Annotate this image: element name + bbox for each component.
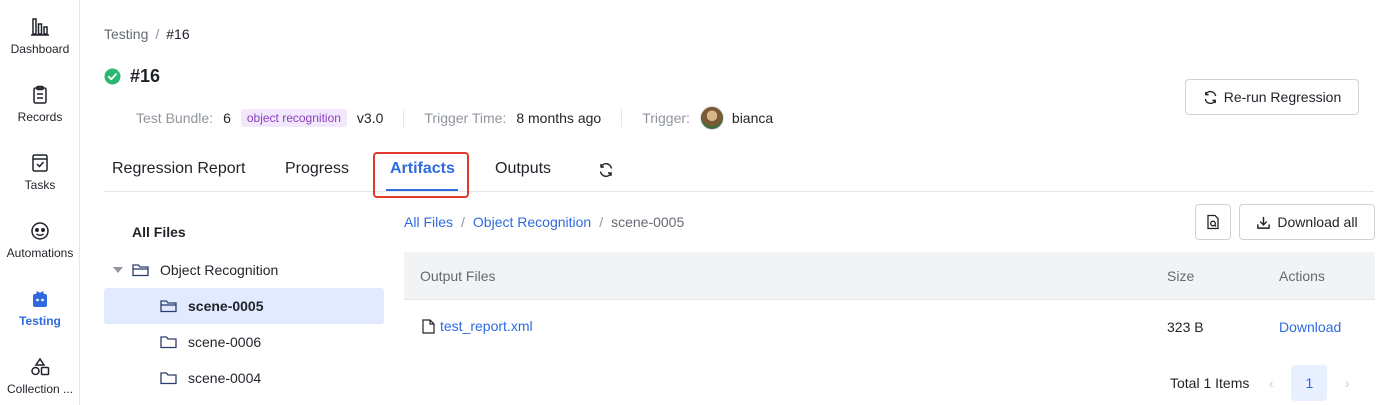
crumb-separator: / xyxy=(461,214,465,230)
sidebar-item-label: Tasks xyxy=(24,178,56,192)
crumb-object-recognition[interactable]: Object Recognition xyxy=(473,214,591,230)
tree-item-label: scene-0004 xyxy=(188,370,262,386)
run-meta: Test Bundle: 6 object recognition v3.0 T… xyxy=(136,106,773,130)
file-name: test_report.xml xyxy=(440,318,533,334)
trigger-time-label: Trigger Time: xyxy=(424,110,507,126)
sidebar-item-collection[interactable]: Collection ... xyxy=(0,356,80,396)
sidebar-item-label: Dashboard xyxy=(10,42,70,56)
sidebar-item-label: Testing xyxy=(19,314,61,328)
tab-regression-report[interactable]: Regression Report xyxy=(112,160,245,178)
download-all-label: Download all xyxy=(1277,214,1358,230)
tree-item-label: scene-0006 xyxy=(188,334,262,350)
crumb-all-files[interactable]: All Files xyxy=(404,214,453,230)
table-row: test_report.xml 323 B Download xyxy=(404,301,1375,353)
refresh-icon[interactable] xyxy=(598,162,614,178)
divider xyxy=(403,109,405,127)
bundle-version: v3.0 xyxy=(356,110,384,126)
tab-outputs[interactable]: Outputs xyxy=(495,160,551,178)
clipboard-icon xyxy=(33,85,47,104)
sidebar: Dashboard Records Tasks Automations Test… xyxy=(0,0,80,405)
folder-icon xyxy=(160,372,177,385)
download-link[interactable]: Download xyxy=(1279,319,1341,335)
breadcrumb: Testing / #16 xyxy=(104,26,190,42)
rerun-label: Re-run Regression xyxy=(1223,89,1342,105)
breadcrumb-current: #16 xyxy=(166,26,190,42)
download-icon xyxy=(1257,216,1271,229)
success-check-icon xyxy=(104,68,121,85)
tree-item-scene-0006[interactable]: scene-0006 xyxy=(104,324,384,360)
task-check-icon xyxy=(32,154,48,172)
column-header-name: Output Files xyxy=(420,268,496,284)
sidebar-item-label: Automations xyxy=(6,246,74,260)
sidebar-item-label: Records xyxy=(17,110,63,124)
pagination: Total 1 Items ‹ 1 › xyxy=(1170,365,1361,401)
refresh-icon xyxy=(1204,90,1217,104)
column-header-actions: Actions xyxy=(1279,268,1325,284)
breadcrumb-separator: / xyxy=(155,26,160,42)
column-header-size: Size xyxy=(1167,268,1195,284)
caret-down-icon[interactable] xyxy=(113,267,123,273)
content-breadcrumb: All Files / Object Recognition / scene-0005 xyxy=(404,214,684,230)
folder-icon xyxy=(160,336,177,349)
sidebar-item-automations[interactable]: Automations xyxy=(0,220,80,260)
pagination-total: Total 1 Items xyxy=(1170,375,1250,391)
sidebar-item-testing[interactable]: Testing xyxy=(0,288,80,328)
tree-item-scene-0004[interactable]: scene-0004 xyxy=(104,360,384,396)
trigger-time-value: 8 months ago xyxy=(516,110,602,126)
folder-open-icon xyxy=(132,264,149,277)
trigger-user: bianca xyxy=(731,110,774,126)
divider xyxy=(621,109,623,127)
sidebar-item-label: Collection ... xyxy=(6,382,74,396)
page-title: #16 xyxy=(130,66,161,86)
collection-icon xyxy=(31,357,50,376)
avatar xyxy=(699,106,724,130)
sidebar-item-tasks[interactable]: Tasks xyxy=(0,152,80,192)
tree-root[interactable]: All Files xyxy=(132,224,186,240)
rerun-regression-button[interactable]: Re-run Regression xyxy=(1185,79,1359,115)
file-icon xyxy=(422,318,435,334)
bundle-tag: object recognition xyxy=(240,109,347,127)
highlight-box xyxy=(373,152,469,198)
tree-item-scene-0005[interactable]: scene-0005 xyxy=(104,288,384,324)
tree-folder-object-recognition[interactable]: Object Recognition xyxy=(104,252,384,288)
tree-item-label: scene-0005 xyxy=(188,298,264,314)
page-header: #16 xyxy=(104,66,160,87)
file-export-icon xyxy=(1207,214,1219,230)
sidebar-item-dashboard[interactable]: Dashboard xyxy=(0,16,80,56)
trigger-label: Trigger: xyxy=(642,110,690,126)
file-export-button[interactable] xyxy=(1195,204,1231,240)
tree-folder-label: Object Recognition xyxy=(160,262,279,278)
tab-progress[interactable]: Progress xyxy=(285,160,349,178)
prev-page-icon[interactable]: ‹ xyxy=(1257,375,1285,391)
bar-chart-icon xyxy=(31,18,49,36)
file-link[interactable]: test_report.xml xyxy=(422,318,533,334)
bundle-value: 6 xyxy=(223,110,231,126)
crumb-separator: / xyxy=(599,214,604,230)
next-page-icon[interactable]: › xyxy=(1333,375,1361,391)
folder-icon xyxy=(160,300,177,313)
page-number[interactable]: 1 xyxy=(1291,365,1328,401)
download-all-button[interactable]: Download all xyxy=(1239,204,1375,240)
table-header: Output Files Size Actions xyxy=(404,252,1375,300)
testing-icon xyxy=(33,291,47,307)
breadcrumb-parent[interactable]: Testing xyxy=(104,26,148,42)
crumb-current: scene-0005 xyxy=(611,214,685,230)
bundle-label: Test Bundle: xyxy=(136,110,214,126)
sidebar-item-records[interactable]: Records xyxy=(0,84,80,124)
tab-bar: Regression Report Progress Artifacts Out… xyxy=(104,150,1374,198)
robot-icon xyxy=(31,222,49,240)
file-size: 323 B xyxy=(1167,319,1204,335)
